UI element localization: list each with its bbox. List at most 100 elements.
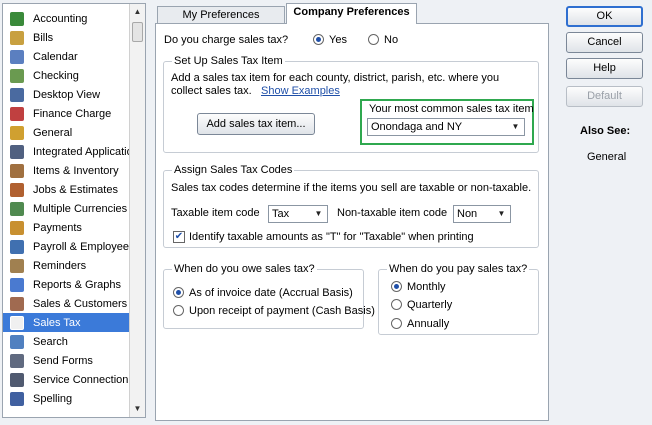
sidebar-item-label: Bills <box>33 31 54 44</box>
setup-sales-tax-item-group: Set Up Sales Tax Item Add a sales tax it… <box>163 55 539 153</box>
sidebar-item-label: Reports & Graphs <box>33 278 122 291</box>
sidebar-item-label: Calendar <box>33 50 78 63</box>
setup-group-title: Set Up Sales Tax Item <box>172 55 285 67</box>
tab-my-preferences[interactable]: My Preferences <box>157 6 285 24</box>
add-sales-tax-item-button[interactable]: Add sales tax item... <box>197 113 315 135</box>
sidebar-item-spelling[interactable]: Spelling <box>3 389 131 408</box>
identify-taxable-checkbox[interactable]: ✔ <box>173 231 185 243</box>
sidebar-item-search[interactable]: Search <box>3 332 131 351</box>
cancel-button[interactable]: Cancel <box>566 32 643 53</box>
sidebar-item-label: Reminders <box>33 259 87 272</box>
taxable-code-select[interactable]: Tax ▼ <box>268 205 328 223</box>
pay-monthly-radio[interactable] <box>391 281 402 292</box>
common-item-select[interactable]: Onondaga and NY ▼ <box>367 118 525 136</box>
preferences-category-list[interactable]: Accounting Bills Calendar Checking Desktop V… <box>2 3 146 418</box>
owe-accrual-radio[interactable] <box>173 287 184 298</box>
identify-taxable-label[interactable]: Identify taxable amounts as "T" for "Tax… <box>189 231 474 243</box>
items-inventory-icon <box>10 163 24 178</box>
sidebar-scrollbar[interactable]: ▲ ▼ <box>129 4 145 417</box>
sidebar-item-multiple-currencies[interactable]: Multiple Currencies <box>3 199 131 218</box>
sidebar-item-calendar[interactable]: Calendar <box>3 47 131 66</box>
sidebar-item-label: Payroll & Employees <box>33 240 135 253</box>
sidebar-item-general[interactable]: General <box>3 123 131 142</box>
sidebar-item-label: Checking <box>33 69 79 82</box>
sidebar-item-label: Payments <box>33 221 82 234</box>
sidebar-item-service-connection[interactable]: Service Connection <box>3 370 131 389</box>
owe-sales-tax-group: When do you owe sales tax? As of invoice… <box>163 263 375 329</box>
also-see-label: Also See: <box>580 125 631 137</box>
desktop-view-icon <box>10 87 24 102</box>
ok-button[interactable]: OK <box>566 6 643 27</box>
charge-yes-label[interactable]: Yes <box>329 34 347 46</box>
dropdown-arrow-icon[interactable]: ▼ <box>509 121 522 133</box>
sidebar-item-payroll-employees[interactable]: Payroll & Employees <box>3 237 135 256</box>
scroll-thumb[interactable] <box>132 22 143 42</box>
sidebar-item-desktop-view[interactable]: Desktop View <box>3 85 131 104</box>
dropdown-arrow-icon[interactable]: ▼ <box>312 208 325 220</box>
charge-yes-radio[interactable] <box>313 34 324 45</box>
tab-company-preferences[interactable]: Company Preferences <box>286 3 417 24</box>
owe-cash-radio[interactable] <box>173 305 184 316</box>
charge-no-label[interactable]: No <box>384 34 398 46</box>
also-see-general-link[interactable]: General <box>587 151 626 163</box>
pay-annually-label[interactable]: Annually <box>407 318 449 330</box>
common-item-label: Your most common sales tax item <box>369 103 534 115</box>
sidebar-item-label: Accounting <box>33 12 88 25</box>
service-connection-icon <box>10 372 24 387</box>
general-icon <box>10 125 24 140</box>
setup-description-line2: collect sales tax. <box>171 85 252 97</box>
pay-group-title: When do you pay sales tax? <box>387 263 530 275</box>
sidebar-item-reports-graphs[interactable]: Reports & Graphs <box>3 275 131 294</box>
assign-sales-tax-codes-group: Assign Sales Tax Codes Sales tax codes d… <box>163 164 539 248</box>
pay-quarterly-label[interactable]: Quarterly <box>407 299 452 311</box>
sidebar-item-payments[interactable]: Payments <box>3 218 131 237</box>
scroll-up-button[interactable]: ▲ <box>130 4 145 20</box>
sidebar-item-sales-customers[interactable]: Sales & Customers <box>3 294 131 313</box>
sidebar-item-send-forms[interactable]: Send Forms <box>3 351 131 370</box>
sidebar-item-label: Service Connection <box>33 373 129 386</box>
pay-annually-radio[interactable] <box>391 318 402 329</box>
taxable-code-value: Tax <box>272 208 290 220</box>
nontaxable-code-value: Non <box>457 208 478 220</box>
sidebar-item-label: Multiple Currencies <box>33 202 128 215</box>
default-button[interactable]: Default <box>566 86 643 107</box>
sidebar-item-checking[interactable]: Checking <box>3 66 131 85</box>
sidebar-item-sales-tax[interactable]: Sales Tax <box>3 313 131 332</box>
sidebar-item-label: Spelling <box>33 392 73 405</box>
nontaxable-code-select[interactable]: Non ▼ <box>453 205 511 223</box>
payroll-employees-icon <box>10 239 24 254</box>
sidebar-item-label: Send Forms <box>33 354 93 367</box>
scroll-down-button[interactable]: ▼ <box>130 401 145 417</box>
sidebar-item-finance-charge[interactable]: Finance Charge <box>3 104 131 123</box>
pay-monthly-label[interactable]: Monthly <box>407 281 446 293</box>
jobs-estimates-icon <box>10 182 24 197</box>
integrated-applications-icon <box>10 144 24 159</box>
show-examples-link[interactable]: Show Examples <box>261 85 340 97</box>
accounting-icon <box>10 11 24 26</box>
sidebar-item-label: Search <box>33 335 68 348</box>
sidebar-item-accounting[interactable]: Accounting <box>3 9 131 28</box>
checking-icon <box>10 68 24 83</box>
spelling-icon <box>10 391 24 406</box>
sidebar-item-reminders[interactable]: Reminders <box>3 256 131 275</box>
sidebar-item-label: Desktop View <box>33 88 101 101</box>
payments-icon <box>10 220 24 235</box>
common-item-value: Onondaga and NY <box>371 121 463 133</box>
dropdown-arrow-icon[interactable]: ▼ <box>495 208 508 220</box>
sidebar-item-label: Integrated Applicatio <box>33 145 133 158</box>
sidebar-item-items-inventory[interactable]: Items & Inventory <box>3 161 131 180</box>
reminders-icon <box>10 258 24 273</box>
pay-quarterly-radio[interactable] <box>391 299 402 310</box>
sidebar-item-label: Jobs & Estimates <box>33 183 118 196</box>
sidebar-item-integrated-applicatio[interactable]: Integrated Applicatio <box>3 142 133 161</box>
multiple-currencies-icon <box>10 201 24 216</box>
codes-group-title: Assign Sales Tax Codes <box>172 164 295 176</box>
help-button[interactable]: Help <box>566 58 643 79</box>
sidebar-item-jobs-estimates[interactable]: Jobs & Estimates <box>3 180 131 199</box>
sidebar-item-bills[interactable]: Bills <box>3 28 131 47</box>
owe-cash-label[interactable]: Upon receipt of payment (Cash Basis) <box>189 305 375 317</box>
owe-accrual-label[interactable]: As of invoice date (Accrual Basis) <box>189 287 353 299</box>
charge-no-radio[interactable] <box>368 34 379 45</box>
nontaxable-code-label: Non-taxable item code <box>337 207 448 219</box>
sidebar-item-label: General <box>33 126 73 139</box>
